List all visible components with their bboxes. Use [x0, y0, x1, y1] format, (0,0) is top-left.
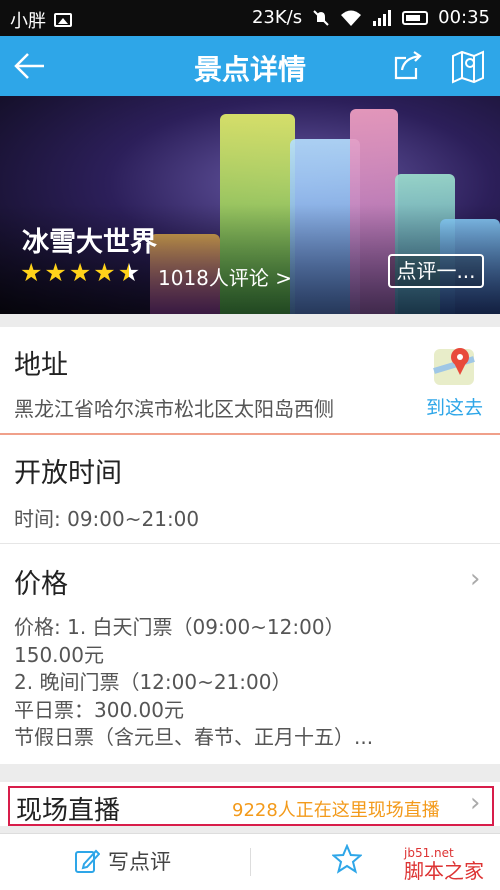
star-rating: ★ ★ ★ ★ ★ [20, 260, 140, 285]
price-line: 2. 晚间门票（12:00~21:00） [14, 670, 292, 694]
image-notification-icon [54, 13, 72, 27]
address-section: 地址 黑龙江省哈尔滨市松北区太阳岛西侧 到这去 [0, 327, 500, 435]
clock: 00:35 [438, 7, 490, 28]
star-icon: ★ [68, 258, 92, 287]
wifi-icon [341, 10, 362, 26]
attraction-name: 冰雪大世界 [22, 227, 157, 258]
battery-icon [402, 10, 429, 25]
write-review-label: 写点评 [108, 850, 171, 874]
star-icon: ★ [93, 258, 116, 287]
live-title: 现场直播 [16, 796, 121, 826]
live-broadcast-row[interactable]: 现场直播 9228人正在这里现场直播 › [0, 782, 500, 826]
opening-hours-section: 开放时间 时间: 09:00~21:00 [0, 435, 500, 544]
chevron-right-icon: › [470, 564, 481, 594]
star-icon: ★ [44, 258, 67, 287]
watermark: jb51.net 脚本之家 [404, 846, 484, 882]
share-icon[interactable] [390, 48, 426, 84]
map-pin-icon[interactable] [430, 341, 478, 389]
address-title: 地址 [14, 350, 68, 381]
price-title: 价格 [14, 569, 68, 600]
attraction-photo[interactable]: 冰雪大世界 ★ ★ ★ ★ ★ 1018人评论 > 点评一... [0, 96, 500, 314]
price-line: 150.00元 [14, 642, 104, 667]
hours-text: 时间: 09:00~21:00 [14, 507, 200, 531]
map-icon[interactable] [450, 48, 486, 84]
price-line: 平日票：300.00元 [14, 697, 184, 722]
signal-icon [373, 9, 392, 26]
edit-icon [75, 849, 100, 873]
star-icon: ★ [117, 258, 141, 287]
write-review-action[interactable]: 写点评 [74, 846, 171, 876]
star-favorite-icon[interactable] [332, 844, 362, 874]
review-count-link[interactable]: 1018人评论 > [158, 262, 292, 291]
status-bar: 小胖 23K/s 00:35 [0, 0, 500, 36]
network-speed: 23K/s [251, 7, 303, 28]
price-line: 价格: 1. 白天门票（09:00~12:00） [14, 615, 345, 639]
hours-title: 开放时间 [14, 458, 122, 489]
mute-icon [313, 9, 329, 26]
navigate-here-link[interactable]: 到这去 [426, 393, 483, 420]
live-viewer-count: 9228人正在这里现场直播 [232, 800, 440, 821]
carrier-label: 小胖 [10, 11, 46, 32]
write-review-button[interactable]: 点评一... [388, 254, 484, 288]
watermark-name: 脚本之家 [404, 859, 484, 883]
title-bar: 景点详情 [0, 36, 500, 96]
divider [250, 848, 251, 876]
chevron-right-icon: › [470, 788, 481, 818]
star-icon: ★ [20, 258, 43, 287]
price-line: 节假日票（含元旦、春节、正月十五）... [14, 725, 374, 749]
watermark-site: jb51.net [404, 846, 454, 860]
price-section[interactable]: 价格 › 价格: 1. 白天门票（09:00~12:00） 150.00元 2.… [0, 544, 500, 764]
address-text: 黑龙江省哈尔滨市松北区太阳岛西侧 [14, 397, 334, 421]
price-details: 价格: 1. 白天门票（09:00~12:00） 150.00元 2. 晚间门票… [14, 614, 373, 752]
